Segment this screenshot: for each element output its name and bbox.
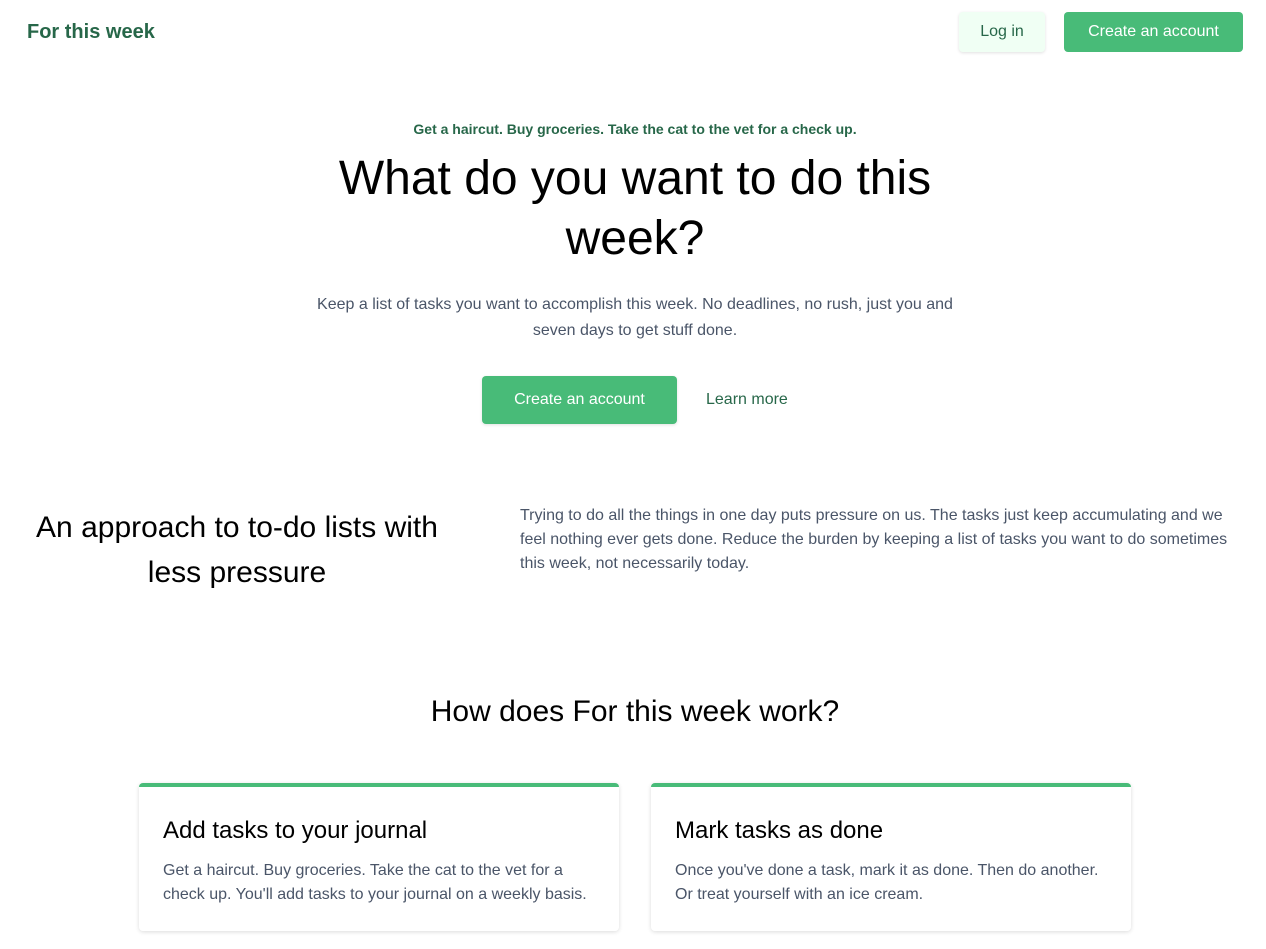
approach-title: An approach to to-do lists with less pre… [36, 511, 438, 589]
card-description: Once you've done a task, mark it as done… [675, 862, 1099, 903]
card-description: Get a haircut. Buy groceries. Take the c… [163, 862, 587, 903]
brand-logo-link[interactable]: For this week [27, 20, 155, 44]
card-title: Mark tasks as done [675, 817, 884, 844]
create-account-button-hero[interactable]: Create an account [482, 376, 677, 424]
how-it-works-title: How does For this week work? [430, 695, 840, 728]
feature-card-add-tasks: Add tasks to your journal Get a haircut.… [139, 783, 619, 931]
learn-more-link[interactable]: Learn more [706, 376, 788, 424]
hero-kicker: Get a haircut. Buy groceries. Take the c… [413, 121, 857, 137]
create-account-button-header[interactable]: Create an account [1064, 12, 1243, 52]
approach-description: Trying to do all the things in one day p… [520, 507, 1228, 572]
login-button[interactable]: Log in [959, 12, 1045, 52]
hero-description: Keep a list of tasks you want to accompl… [317, 296, 953, 339]
hero-title: What do you want to do this week? [338, 152, 932, 265]
feature-card-mark-done: Mark tasks as done Once you've done a ta… [651, 783, 1131, 931]
landing-page: For this week Log in Create an account G… [0, 0, 1266, 949]
card-title: Add tasks to your journal [163, 817, 428, 844]
